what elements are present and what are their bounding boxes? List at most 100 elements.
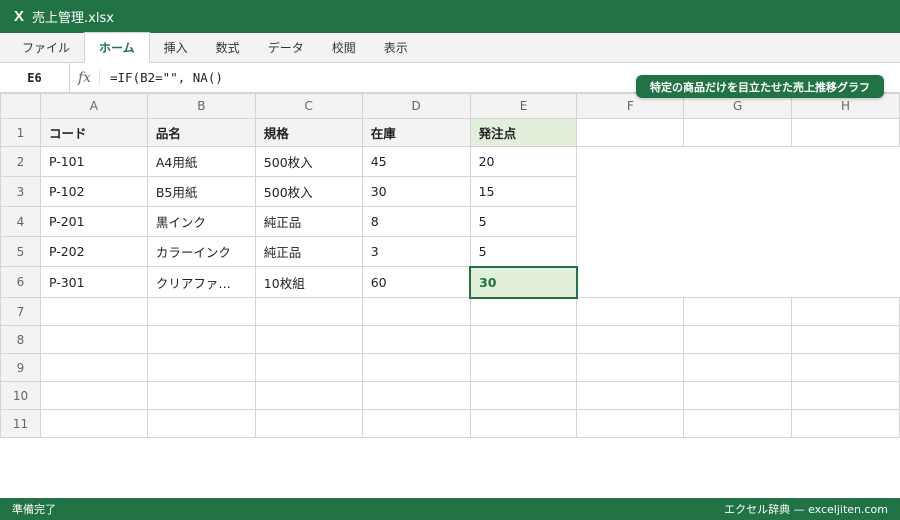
row-header[interactable]: 6 xyxy=(0,266,41,298)
cell-c6[interactable]: 10枚組 xyxy=(254,266,363,298)
cell-d5[interactable]: 3 xyxy=(361,236,471,267)
cell-h1[interactable] xyxy=(791,118,900,147)
cell-a4[interactable]: P-201 xyxy=(39,206,148,237)
empty-cell[interactable] xyxy=(683,381,793,410)
cell-b1[interactable]: 品名 xyxy=(146,118,256,147)
tab-home[interactable]: ホーム xyxy=(84,32,150,63)
insert-function-icon[interactable]: fx xyxy=(70,69,100,86)
cell-e3[interactable]: 15 xyxy=(469,176,578,207)
column-header-d[interactable]: D xyxy=(361,93,471,119)
empty-cell[interactable] xyxy=(469,325,578,354)
column-header-e[interactable]: E xyxy=(469,93,578,119)
cell-e5[interactable]: 5 xyxy=(469,236,578,267)
empty-cell[interactable] xyxy=(361,381,471,410)
empty-cell[interactable] xyxy=(791,381,900,410)
empty-cell[interactable] xyxy=(576,297,685,326)
empty-cell[interactable] xyxy=(146,297,256,326)
empty-cell[interactable] xyxy=(469,409,578,438)
empty-cell[interactable] xyxy=(683,325,793,354)
cell-a6[interactable]: P-301 xyxy=(39,266,148,298)
row-header[interactable]: 1 xyxy=(0,118,41,147)
tab-data[interactable]: データ xyxy=(254,32,318,62)
tab-formulas[interactable]: 数式 xyxy=(202,32,254,62)
row-header[interactable]: 3 xyxy=(0,176,41,207)
row-header[interactable]: 5 xyxy=(0,236,41,267)
empty-cell[interactable] xyxy=(576,353,685,382)
empty-cell[interactable] xyxy=(254,325,363,354)
cell-c4[interactable]: 純正品 xyxy=(254,206,363,237)
column-header-b[interactable]: B xyxy=(146,93,256,119)
row-header[interactable]: 10 xyxy=(0,381,41,410)
empty-cell[interactable] xyxy=(146,325,256,354)
formula-input[interactable]: =IF(B2="", NA() xyxy=(100,70,223,85)
empty-cell[interactable] xyxy=(576,409,685,438)
cell-c1[interactable]: 規格 xyxy=(254,118,363,147)
column-header-c[interactable]: C xyxy=(254,93,363,119)
cell-b2[interactable]: A4用紙 xyxy=(146,146,256,177)
empty-cell[interactable] xyxy=(39,409,148,438)
empty-cell[interactable] xyxy=(791,297,900,326)
cell-g1[interactable] xyxy=(683,118,793,147)
empty-cell[interactable] xyxy=(791,353,900,382)
empty-cell[interactable] xyxy=(361,325,471,354)
cell-c3[interactable]: 500枚入 xyxy=(254,176,363,207)
cell-c2[interactable]: 500枚入 xyxy=(254,146,363,177)
row-header[interactable]: 8 xyxy=(0,325,41,354)
empty-cell[interactable] xyxy=(146,381,256,410)
cell-e2[interactable]: 20 xyxy=(469,146,578,177)
cell-d3[interactable]: 30 xyxy=(361,176,471,207)
tab-view[interactable]: 表示 xyxy=(370,32,422,62)
cell-a1[interactable]: コード xyxy=(39,118,148,147)
cell-f1[interactable] xyxy=(576,118,685,147)
empty-cell[interactable] xyxy=(361,353,471,382)
empty-cell[interactable] xyxy=(576,325,685,354)
row-header[interactable]: 9 xyxy=(0,353,41,382)
active-cell-e6[interactable]: 30 xyxy=(469,265,578,299)
empty-cell[interactable] xyxy=(361,297,471,326)
tab-review[interactable]: 校閲 xyxy=(318,32,370,62)
column-header-a[interactable]: A xyxy=(39,93,148,119)
empty-cell[interactable] xyxy=(146,409,256,438)
cell-b4[interactable]: 黒インク xyxy=(146,206,256,237)
row-header[interactable]: 7 xyxy=(0,297,41,326)
cell-b3[interactable]: B5用紙 xyxy=(146,176,256,207)
cell-b6[interactable]: クリアファ… xyxy=(146,266,256,298)
empty-cell[interactable] xyxy=(469,353,578,382)
empty-cell[interactable] xyxy=(39,353,148,382)
cell-a3[interactable]: P-102 xyxy=(39,176,148,207)
empty-cell[interactable] xyxy=(683,297,793,326)
empty-cell[interactable] xyxy=(254,353,363,382)
cell-d2[interactable]: 45 xyxy=(361,146,471,177)
empty-cell[interactable] xyxy=(469,381,578,410)
tab-insert[interactable]: 挿入 xyxy=(150,32,202,62)
empty-cell[interactable] xyxy=(39,297,148,326)
empty-cell[interactable] xyxy=(791,409,900,438)
select-all-corner[interactable] xyxy=(0,93,41,119)
row-header[interactable]: 4 xyxy=(0,206,41,237)
cell-a2[interactable]: P-101 xyxy=(39,146,148,177)
cell-d4[interactable]: 8 xyxy=(361,206,471,237)
cell-e1[interactable]: 発注点 xyxy=(469,118,578,147)
empty-cell[interactable] xyxy=(576,381,685,410)
empty-cell[interactable] xyxy=(146,353,256,382)
empty-cell[interactable] xyxy=(254,409,363,438)
tab-file[interactable]: ファイル xyxy=(8,32,84,62)
cell-d6[interactable]: 60 xyxy=(361,266,471,298)
cell-c5[interactable]: 純正品 xyxy=(254,236,363,267)
cell-d1[interactable]: 在庫 xyxy=(361,118,471,147)
row-header[interactable]: 11 xyxy=(0,409,41,438)
cell-a5[interactable]: P-202 xyxy=(39,236,148,267)
cell-b5[interactable]: カラーインク xyxy=(146,236,256,267)
name-box[interactable]: E6 xyxy=(0,62,70,93)
empty-cell[interactable] xyxy=(254,297,363,326)
row-header[interactable]: 2 xyxy=(0,146,41,177)
empty-cell[interactable] xyxy=(683,409,793,438)
empty-cell[interactable] xyxy=(39,325,148,354)
empty-cell[interactable] xyxy=(683,353,793,382)
cell-e4[interactable]: 5 xyxy=(469,206,578,237)
empty-cell[interactable] xyxy=(791,325,900,354)
empty-cell[interactable] xyxy=(361,409,471,438)
empty-cell[interactable] xyxy=(469,297,578,326)
empty-cell[interactable] xyxy=(254,381,363,410)
empty-cell[interactable] xyxy=(39,381,148,410)
